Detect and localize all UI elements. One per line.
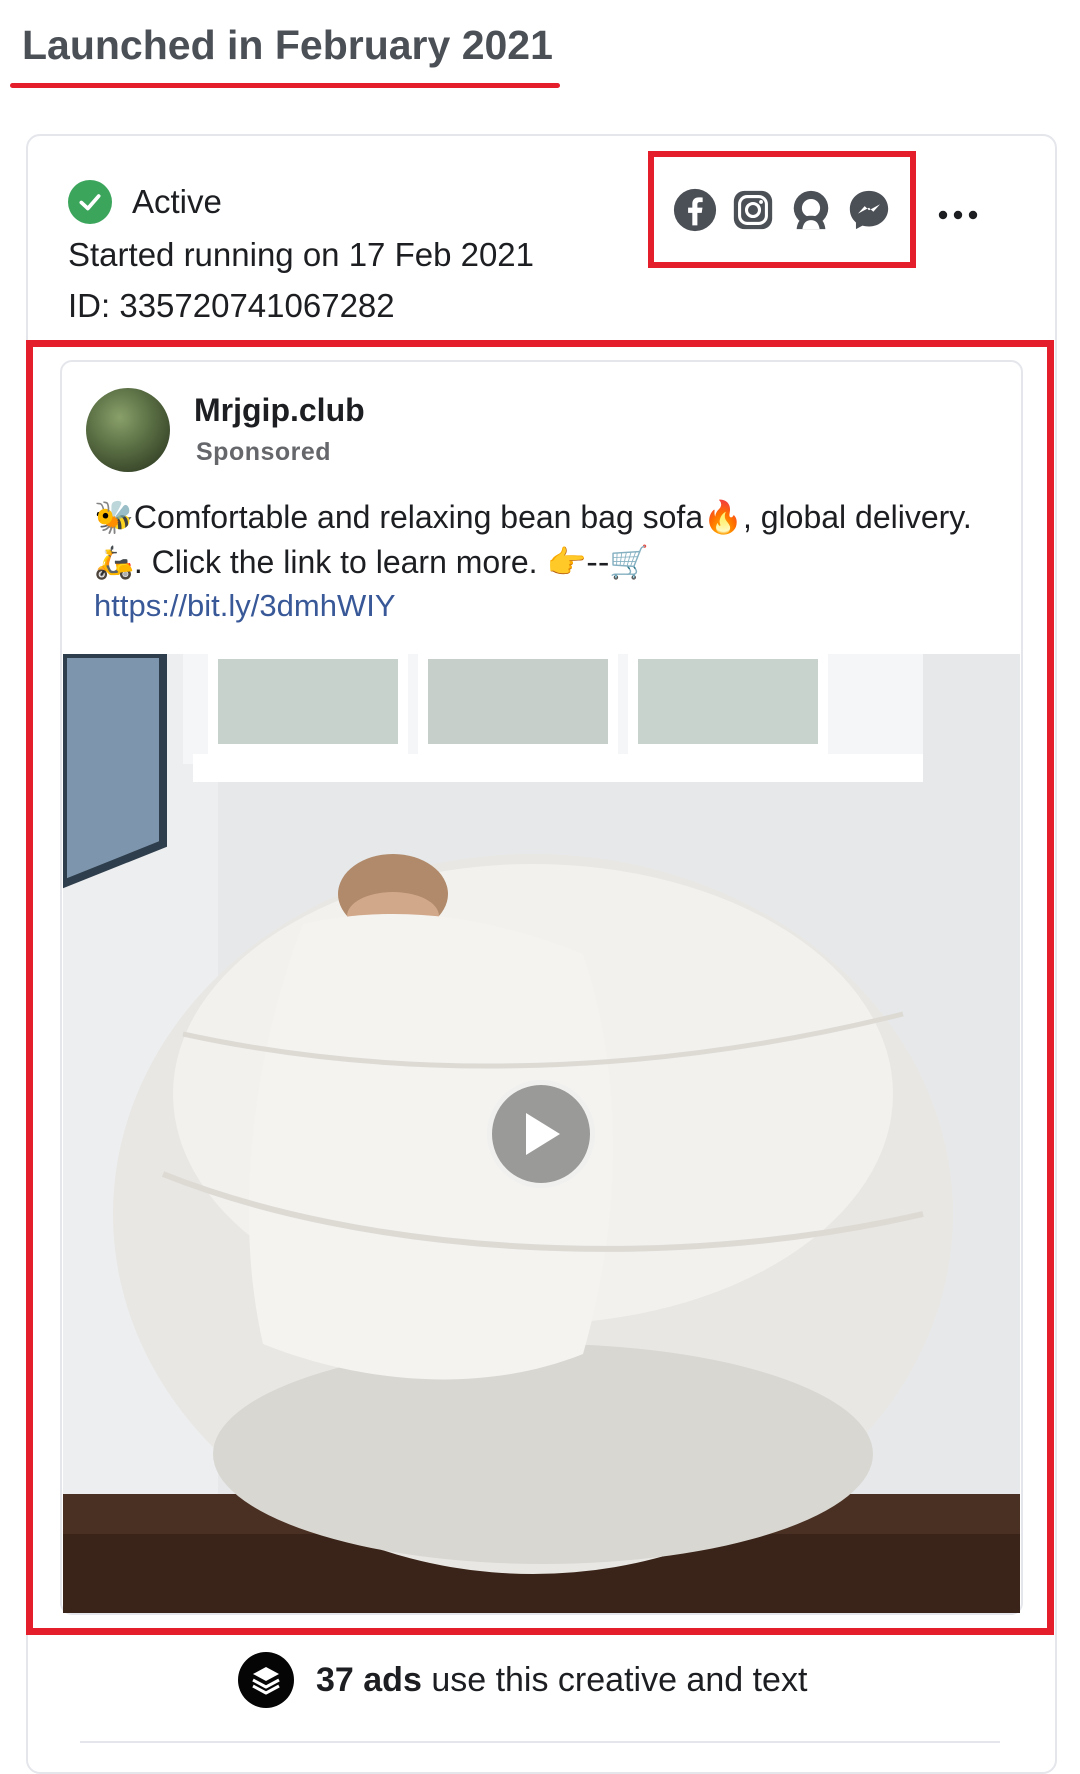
platforms-highlight [648,151,916,268]
facebook-icon [673,188,717,231]
section-heading: Launched in February 2021 [22,22,553,68]
body-part-3: . Click the link to learn more. [133,544,547,580]
avatar[interactable] [86,388,170,472]
ad-id-text: ID: 335720741067282 [68,287,395,324]
delivery-emoji: 🛵 [94,543,134,581]
creative-count-text: 37 ads use this creative and text [316,1661,807,1700]
ads-count-suffix: use this creative and text [431,1660,808,1699]
ad-body-text: 🐝Comfortable and relaxing bean bag sofa🔥… [94,495,974,585]
more-options-button[interactable] [936,190,980,240]
heading-underline [10,83,560,88]
layers-icon [238,1652,294,1708]
pointing-cart-emoji: 👉--🛒 [546,543,650,581]
ads-count: 37 ads [316,1660,422,1699]
started-running-text: Started running on 17 Feb 2021 [68,236,535,273]
play-icon [526,1113,560,1155]
sponsored-label: Sponsored [196,438,332,466]
ellipsis-icon [938,210,978,220]
play-button[interactable] [487,1080,595,1188]
ad-link[interactable]: https://bit.ly/3dmhWIY [94,588,396,624]
bee-emoji: 🐝 [94,498,134,536]
body-part-2: , global delivery. [742,499,972,535]
page-name[interactable]: Mrjgip.club [194,392,365,429]
fire-emoji: 🔥 [703,498,743,536]
audience-network-icon [793,190,829,229]
status-row: Active [68,180,222,224]
status-label: Active [132,183,222,220]
messenger-icon [849,190,889,229]
body-part-1: Comfortable and relaxing bean bag sofa [133,499,704,535]
creative-count-row[interactable]: 37 ads use this creative and text [238,1652,807,1708]
instagram-icon [733,190,773,229]
check-circle-icon [68,180,112,224]
bottom-divider [80,1741,1000,1743]
